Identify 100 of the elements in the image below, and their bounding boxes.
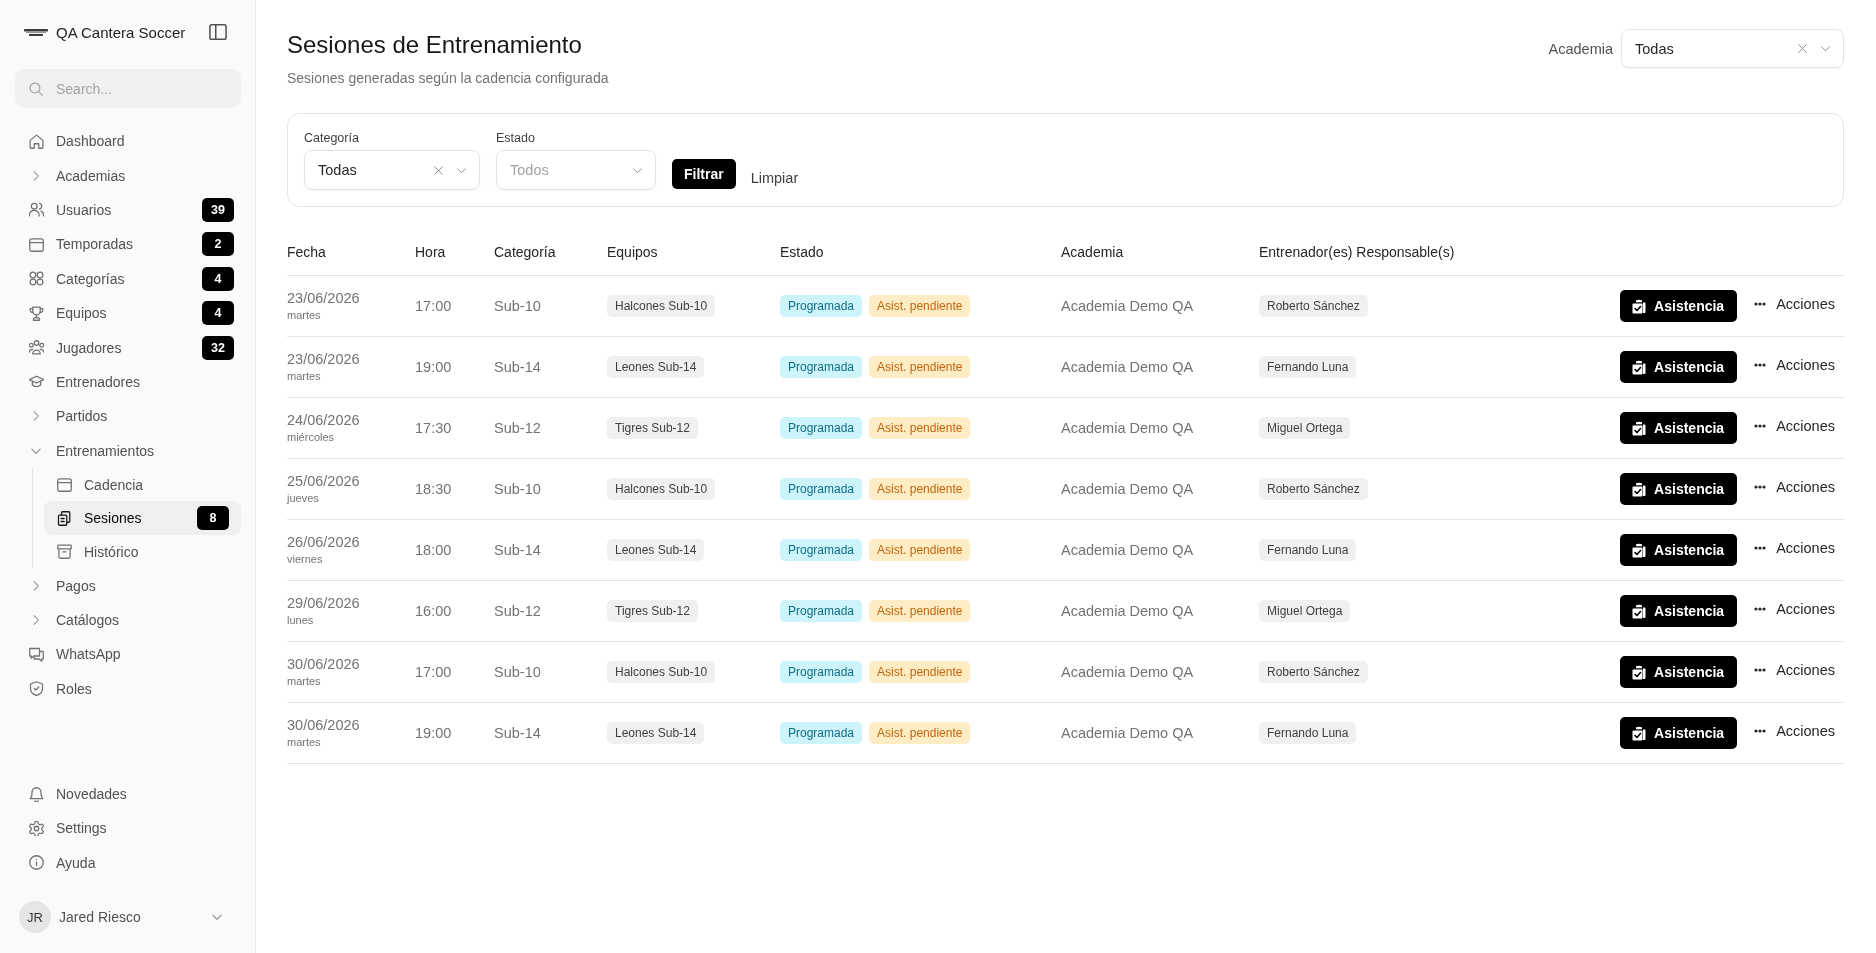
actions-button[interactable]: Acciones xyxy=(1754,722,1835,739)
actions-button[interactable]: Acciones xyxy=(1754,539,1835,556)
page-subtitle: Sesiones generadas según la cadencia configurada xyxy=(287,69,609,88)
home-icon xyxy=(29,133,44,149)
time-text: 18:00 xyxy=(415,542,452,558)
academy-text: Academia Demo QA xyxy=(1061,298,1194,314)
category-text: Sub-12 xyxy=(494,420,541,436)
clear-icon[interactable] xyxy=(1797,43,1808,54)
calendar-icon xyxy=(57,477,72,493)
sidebar-item[interactable]: Academias xyxy=(15,158,241,193)
users-icon xyxy=(29,202,44,218)
team-tag: Leones Sub-14 xyxy=(607,539,705,561)
status-tag: Asist. pendiente xyxy=(869,295,971,317)
sidebar-subitem[interactable]: Histórico xyxy=(44,534,241,569)
actions-button[interactable]: Acciones xyxy=(1754,295,1835,312)
sidebar-item[interactable]: Temporadas 2 xyxy=(15,227,241,262)
clipboards-icon xyxy=(57,510,72,526)
sidebar-subitem[interactable]: Cadencia xyxy=(44,467,241,502)
column-header: Fecha xyxy=(287,243,326,260)
graduation-cap-icon xyxy=(29,374,44,390)
clipboard-check-icon xyxy=(1632,664,1647,680)
time-text: 16:00 xyxy=(415,603,452,619)
column-header: Entrenador(es) Responsable(s) xyxy=(1259,243,1455,260)
sidebar-item[interactable]: Pagos xyxy=(15,568,241,603)
shield-check-icon xyxy=(29,681,44,697)
clipboard-check-icon xyxy=(1632,298,1647,314)
info-icon xyxy=(29,855,44,871)
clear-link[interactable]: Limpiar xyxy=(750,166,799,190)
attendance-button[interactable]: Asistencia xyxy=(1620,351,1738,383)
column-header: Categoría xyxy=(494,243,556,260)
sidebar-item[interactable]: Roles xyxy=(15,671,241,706)
sidebar-item[interactable]: Entrenadores xyxy=(15,364,241,400)
clipboard-check-icon xyxy=(1632,359,1647,375)
sidebar-item[interactable]: Settings xyxy=(15,811,241,846)
dropdown-field[interactable]: Todas xyxy=(304,150,480,190)
avatar-circle: JR xyxy=(19,901,51,933)
attendance-button[interactable]: Asistencia xyxy=(1620,656,1738,688)
actions-button[interactable]: Acciones xyxy=(1754,417,1835,434)
dropdown-field[interactable]: Todas xyxy=(1621,29,1844,68)
sidebar-subitem[interactable]: Sesiones 8 xyxy=(44,501,241,535)
sidebar-item[interactable]: Novedades xyxy=(15,776,241,812)
sidebar-item[interactable]: Equipos 4 xyxy=(15,295,241,331)
academy-text: Academia Demo QA xyxy=(1061,359,1194,375)
academy-text: Academia Demo QA xyxy=(1061,664,1194,680)
status-tag: Programada xyxy=(780,600,863,622)
coach-tag: Roberto Sánchez xyxy=(1259,661,1368,683)
sidebar-item[interactable]: Usuarios 39 xyxy=(15,192,241,228)
sidebar-item[interactable]: Ayuda xyxy=(15,845,241,880)
sidebar-toggle-icon[interactable] xyxy=(209,23,227,41)
attendance-button[interactable]: Asistencia xyxy=(1620,717,1738,749)
more-icon xyxy=(1754,362,1767,367)
settings-icon xyxy=(29,820,44,836)
status-tag: Asist. pendiente xyxy=(869,722,971,744)
chevron-down-icon xyxy=(1820,43,1831,54)
team-tag: Leones Sub-14 xyxy=(607,356,705,378)
status-tag: Asist. pendiente xyxy=(869,539,971,561)
attendance-button[interactable]: Asistencia xyxy=(1620,473,1738,505)
time-text: 17:00 xyxy=(415,664,452,680)
search-icon xyxy=(29,82,43,96)
coach-tag: Fernando Luna xyxy=(1259,356,1357,378)
weekday-text: martes xyxy=(287,674,321,689)
count-badge: 39 xyxy=(202,197,234,222)
actions-button[interactable]: Acciones xyxy=(1754,661,1835,678)
filter-button[interactable]: Filtrar xyxy=(672,159,736,189)
search-field[interactable]: Search... xyxy=(15,69,241,108)
chat-bubbles-icon xyxy=(29,646,44,662)
clipboard-check-icon xyxy=(1632,420,1647,436)
status-tag: Asist. pendiente xyxy=(869,478,971,500)
logo-icon xyxy=(24,28,48,36)
actions-button[interactable]: Acciones xyxy=(1754,356,1835,373)
attendance-button[interactable]: Asistencia xyxy=(1620,534,1738,566)
team-tag: Halcones Sub-10 xyxy=(607,295,716,317)
attendance-button[interactable]: Asistencia xyxy=(1620,412,1738,444)
sidebar-item[interactable]: WhatsApp xyxy=(15,637,241,672)
sidebar-item[interactable]: Jugadores 32 xyxy=(15,330,241,365)
actions-button[interactable]: Acciones xyxy=(1754,478,1835,495)
actions-button[interactable]: Acciones xyxy=(1754,600,1835,617)
more-icon xyxy=(1754,301,1767,306)
category-text: Sub-10 xyxy=(494,298,541,314)
category-text: Sub-12 xyxy=(494,603,541,619)
sidebar-item[interactable]: Partidos xyxy=(15,399,241,434)
time-text: 19:00 xyxy=(415,359,452,375)
date-text: 29/06/2026 xyxy=(287,594,360,613)
coach-tag: Roberto Sánchez xyxy=(1259,478,1368,500)
category-text: Sub-10 xyxy=(494,664,541,680)
academy-text: Academia Demo QA xyxy=(1061,420,1194,436)
clear-icon[interactable] xyxy=(433,164,444,176)
attendance-button[interactable]: Asistencia xyxy=(1620,290,1738,322)
date-text: 26/06/2026 xyxy=(287,533,360,552)
sidebar-item[interactable]: Categorías 4 xyxy=(15,261,241,296)
sidebar-item[interactable]: Dashboard xyxy=(15,124,241,159)
user-menu[interactable]: JR Jared Riesco xyxy=(15,893,241,941)
sidebar-item[interactable]: Catálogos xyxy=(15,602,241,638)
brand-name: QA Cantera Soccer xyxy=(56,23,186,41)
field-label: Academia xyxy=(1548,40,1613,57)
weekday-text: jueves xyxy=(287,491,319,506)
date-text: 23/06/2026 xyxy=(287,289,360,308)
team-tag: Tigres Sub-12 xyxy=(607,600,698,622)
attendance-button[interactable]: Asistencia xyxy=(1620,595,1738,627)
sidebar-item[interactable]: Entrenamientos xyxy=(15,433,241,468)
